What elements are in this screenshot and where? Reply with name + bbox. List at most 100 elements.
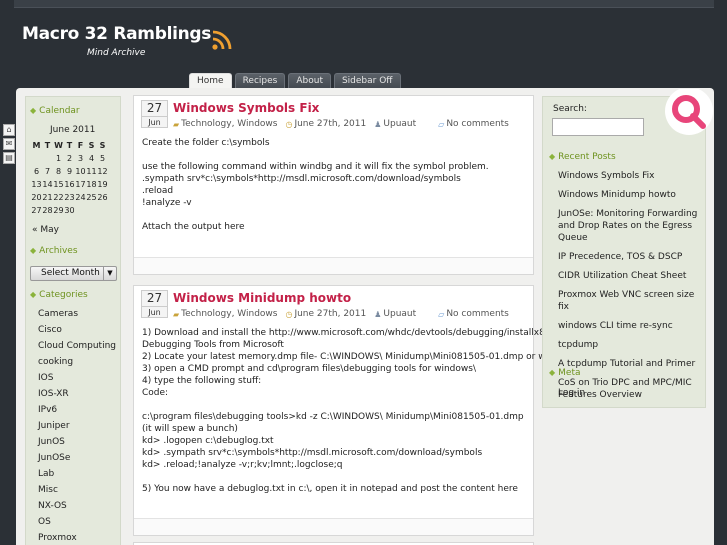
calendar-day[interactable]: 26 bbox=[97, 191, 108, 204]
meta-heading-label: Meta bbox=[558, 368, 581, 378]
calendar-day[interactable]: 15 bbox=[53, 178, 64, 191]
post-windows-symbols-fix: 27 Jun Windows Symbols Fix ▰ Technology, … bbox=[133, 95, 534, 275]
search-input[interactable] bbox=[552, 118, 644, 136]
tab-home[interactable]: Home bbox=[189, 73, 232, 88]
calendar-weekday: S bbox=[99, 141, 106, 150]
category-item[interactable]: Cameras bbox=[38, 308, 116, 324]
calendar-day[interactable]: 12 bbox=[97, 165, 108, 178]
post-body-line: c:\program files\debugging tools>kd -z C… bbox=[142, 412, 524, 422]
category-item[interactable]: JunOSe bbox=[38, 452, 116, 468]
category-item[interactable]: NX-OS bbox=[38, 500, 116, 516]
category-item[interactable]: cooking bbox=[38, 356, 116, 372]
calendar-day[interactable]: 8 bbox=[53, 165, 64, 178]
bullet-icon: ◆ bbox=[30, 290, 37, 299]
print-icon[interactable]: ▤ bbox=[3, 152, 15, 164]
post-categories[interactable]: Technology, Windows bbox=[181, 119, 277, 129]
recent-posts-heading-label: Recent Posts bbox=[558, 152, 616, 162]
recent-post-link[interactable]: Windows Minidump howto bbox=[558, 189, 698, 201]
calendar-day[interactable]: 10 bbox=[75, 165, 86, 178]
calendar-day[interactable]: 13 bbox=[31, 178, 42, 191]
clock-icon: ◷ bbox=[285, 309, 293, 319]
category-item[interactable]: Cisco bbox=[38, 324, 116, 340]
post-title[interactable]: Windows Symbols Fix bbox=[173, 101, 319, 115]
calendar-day bbox=[75, 204, 86, 217]
category-item[interactable]: IOS bbox=[38, 372, 116, 388]
post-month: Jun bbox=[148, 308, 161, 317]
recent-post-link[interactable]: Windows Symbols Fix bbox=[558, 170, 698, 182]
calendar-day[interactable]: 28 bbox=[42, 204, 53, 217]
post-comments-link[interactable]: No comments bbox=[446, 119, 509, 129]
calendar-day[interactable]: 21 bbox=[42, 191, 53, 204]
recent-post-link[interactable]: CIDR Utilization Cheat Sheet bbox=[558, 270, 698, 282]
archive-month-select[interactable]: Select Month ▼ bbox=[30, 266, 117, 281]
recent-post-link[interactable]: JunOSe: Monitoring Forwarding and Drop R… bbox=[558, 208, 698, 244]
category-item[interactable]: IPv6 bbox=[38, 404, 116, 420]
calendar-day[interactable]: 25 bbox=[86, 191, 97, 204]
tab-sidebar-off[interactable]: Sidebar Off bbox=[333, 73, 401, 88]
home-icon[interactable]: ⌂ bbox=[3, 124, 15, 136]
calendar-day[interactable]: 4 bbox=[86, 152, 97, 165]
calendar-day[interactable]: 14 bbox=[42, 178, 53, 191]
category-item[interactable]: Lab bbox=[38, 468, 116, 484]
calendar-day[interactable]: 6 bbox=[31, 165, 42, 178]
calendar-day[interactable]: 24 bbox=[75, 191, 86, 204]
right-sidebar: Search: ◆ Recent Posts Windows Symbols Fi… bbox=[542, 89, 713, 408]
post-author[interactable]: Upuaut bbox=[383, 119, 416, 129]
recent-post-link[interactable]: windows CLI time re-sync bbox=[558, 320, 698, 332]
category-item[interactable]: IOS-XR bbox=[38, 388, 116, 404]
calendar-weekday: S bbox=[88, 141, 95, 150]
post-body-line bbox=[142, 149, 527, 161]
calendar-day[interactable]: 16 bbox=[64, 178, 75, 191]
post-body-line: 3) open a CMD prompt and cd\program file… bbox=[142, 364, 476, 374]
calendar-day[interactable]: 2 bbox=[64, 152, 75, 165]
calendar-day[interactable]: 19 bbox=[97, 178, 108, 191]
calendar-day[interactable]: 1 bbox=[53, 152, 64, 165]
recent-post-link[interactable]: tcpdump bbox=[558, 339, 698, 351]
calendar-day[interactable]: 17 bbox=[75, 178, 86, 191]
category-item[interactable]: Misc bbox=[38, 484, 116, 500]
post-categories[interactable]: Technology, Windows bbox=[181, 309, 277, 319]
login-link[interactable]: Log in bbox=[558, 388, 585, 398]
site-title[interactable]: Macro 32 Ramblings bbox=[22, 24, 211, 44]
calendar-day[interactable]: 20 bbox=[31, 191, 42, 204]
post-author[interactable]: Upuaut bbox=[383, 309, 416, 319]
calendar-day[interactable]: 18 bbox=[86, 178, 97, 191]
tab-recipes[interactable]: Recipes bbox=[234, 73, 286, 88]
category-item[interactable]: Juniper bbox=[38, 420, 116, 436]
calendar-day[interactable]: 22 bbox=[53, 191, 64, 204]
post-body-line: Create the folder c:\symbols bbox=[142, 138, 270, 148]
post-month: Jun bbox=[148, 118, 161, 127]
calendar-day[interactable]: 11 bbox=[86, 165, 97, 178]
mail-icon[interactable]: ✉ bbox=[3, 138, 15, 150]
select-month-label: Select Month bbox=[41, 268, 100, 278]
rss-icon[interactable] bbox=[211, 29, 233, 51]
calendar-day[interactable]: 7 bbox=[42, 165, 53, 178]
post-body-line: use the following command within windbg … bbox=[142, 162, 489, 172]
tab-about[interactable]: About bbox=[288, 73, 331, 88]
calendar-day[interactable]: 9 bbox=[64, 165, 75, 178]
category-item[interactable]: OS bbox=[38, 516, 116, 532]
category-item[interactable]: JunOS bbox=[38, 436, 116, 452]
calendar-day[interactable]: 29 bbox=[53, 204, 64, 217]
calendar-day[interactable]: 5 bbox=[97, 152, 108, 165]
post-body-line: Attach the output here bbox=[142, 222, 245, 232]
post-comments-link[interactable]: No comments bbox=[446, 309, 509, 319]
recent-post-link[interactable]: Proxmox Web VNC screen size fix bbox=[558, 289, 698, 313]
calendar-day[interactable]: 27 bbox=[31, 204, 42, 217]
top-strip bbox=[14, 0, 714, 8]
left-sidebar: ◆ Calendar June 2011 MTWTFSS 1 2 3 4 5 6 7 8 9 10 1… bbox=[25, 96, 121, 545]
post-title[interactable]: Windows Minidump howto bbox=[173, 291, 351, 305]
post-date: June 27th, 2011 bbox=[294, 119, 367, 129]
calendar-day[interactable]: 23 bbox=[64, 191, 75, 204]
category-item[interactable]: Proxmox bbox=[38, 532, 116, 545]
calendar-week: 12345 bbox=[31, 152, 108, 165]
calendar-day[interactable]: 30 bbox=[64, 204, 75, 217]
category-list: Cameras Cisco Cloud Computing cooking IOS IOS… bbox=[38, 308, 116, 545]
post-body-line: 5) You now have a debuglog.txt in c:\, o… bbox=[142, 484, 518, 494]
calendar-day[interactable]: 3 bbox=[75, 152, 86, 165]
recent-post-link[interactable]: IP Precedence, TOS & DSCP bbox=[558, 251, 698, 263]
category-item[interactable]: Cloud Computing bbox=[38, 340, 116, 356]
calendar-heading: ◆ Calendar bbox=[30, 106, 80, 116]
search-icon bbox=[665, 89, 713, 135]
calendar-prev-link[interactable]: « May bbox=[32, 225, 59, 235]
